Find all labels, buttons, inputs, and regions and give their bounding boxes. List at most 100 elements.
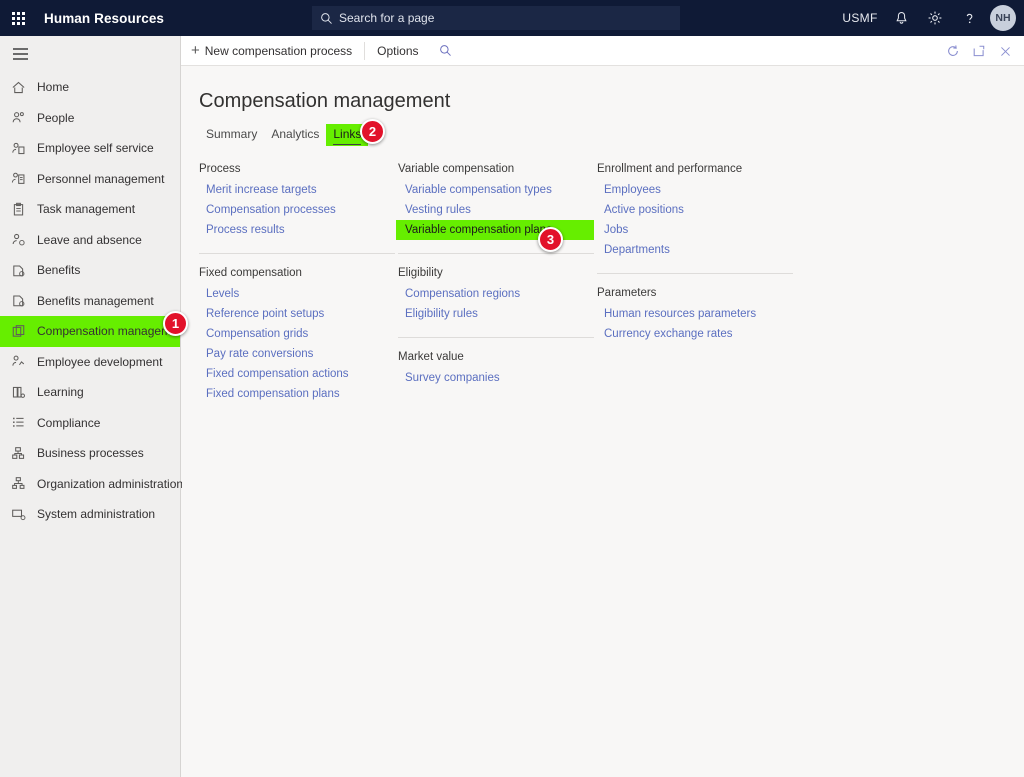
sidebar-item-label: Learning (37, 385, 84, 400)
link-jobs[interactable]: Jobs (597, 220, 793, 240)
link-process-results[interactable]: Process results (199, 220, 395, 240)
sidebar-item-personnel-management[interactable]: Personnel management (0, 164, 180, 195)
sidebar-item-label: Organization administration (37, 476, 184, 491)
sidebar-item-label: Compliance (37, 415, 101, 430)
home-icon (11, 79, 31, 95)
plus-icon: + (191, 42, 200, 59)
sidebar-item-employee-development[interactable]: Employee development (0, 347, 180, 378)
link-eligibility-rules[interactable]: Eligibility rules (398, 304, 594, 324)
search-placeholder: Search for a page (339, 11, 435, 25)
command-toolbar: + New compensation process Options (181, 36, 1024, 66)
window-controls (940, 36, 1018, 66)
clipboard-icon (11, 201, 31, 217)
system-icon (11, 506, 31, 522)
question-mark-icon[interactable] (952, 0, 986, 36)
annotation-badge-2: 2 (360, 119, 385, 144)
link-pay-rate-conversions[interactable]: Pay rate conversions (199, 344, 395, 364)
links-column-3: Enrollment and performance Employees Activ… (597, 161, 793, 344)
group-divider (597, 273, 793, 274)
sidebar-item-compliance[interactable]: Compliance (0, 408, 180, 439)
link-group-heading: Market value (398, 351, 464, 363)
sidebar-item-organization-administration[interactable]: Organization administration (0, 469, 184, 500)
sidebar-item-benefits[interactable]: Benefits (0, 255, 180, 286)
avatar[interactable]: NH (990, 5, 1016, 31)
process-icon (11, 445, 31, 461)
link-levels[interactable]: Levels (199, 284, 395, 304)
annotation-badge-1: 1 (163, 311, 188, 336)
sidebar-item-employee-self-service[interactable]: Employee self service (0, 133, 180, 164)
link-compensation-grids[interactable]: Compensation grids (199, 324, 395, 344)
sidebar-item-learning[interactable]: Learning (0, 377, 180, 408)
toolbar-divider (364, 41, 366, 60)
sidebar-item-label: Employee development (37, 354, 163, 369)
sidebar-item-label: Employee self service (37, 141, 154, 156)
link-departments[interactable]: Departments (597, 240, 793, 260)
link-fixed-compensation-plans[interactable]: Fixed compensation plans (199, 384, 395, 404)
sidebar-item-label: System administration (37, 507, 156, 522)
link-human-resources-parameters[interactable]: Human resources parameters (597, 304, 793, 324)
new-compensation-process-label: New compensation process (204, 43, 353, 58)
bell-icon[interactable] (884, 0, 918, 36)
person-page-icon (11, 140, 31, 156)
sidebar-item-label: Benefits (37, 263, 81, 278)
annotation-badge-3: 3 (538, 227, 563, 252)
link-active-positions[interactable]: Active positions (597, 200, 793, 220)
benefits-icon (11, 262, 31, 278)
links-column-2: Variable compensation Variable compensati… (396, 161, 594, 388)
app-launcher-icon[interactable] (0, 0, 36, 36)
link-fixed-compensation-actions[interactable]: Fixed compensation actions (199, 364, 395, 384)
tab-summary[interactable]: Summary (199, 124, 264, 146)
sidebar-item-label: Personnel management (37, 171, 165, 186)
sidebar-item-home[interactable]: Home (0, 72, 180, 103)
benefits-manage-icon (11, 293, 31, 309)
sidebar-item-label: Leave and absence (37, 232, 142, 247)
group-divider (398, 337, 594, 338)
sidebar-item-system-administration[interactable]: System administration (0, 499, 180, 530)
link-group-heading: Variable compensation (398, 163, 515, 175)
link-reference-point-setups[interactable]: Reference point setups (199, 304, 395, 324)
sidebar-item-task-management[interactable]: Task management (0, 194, 180, 225)
tab-strip: Summary Analytics Links (199, 124, 369, 146)
sidebar-item-people[interactable]: People (0, 103, 180, 134)
company-selector[interactable]: USMF (836, 0, 884, 36)
sidebar-item-label: Benefits management (37, 293, 154, 308)
sidebar-item-label: Task management (37, 202, 136, 217)
list-icon (11, 415, 31, 431)
link-vesting-rules[interactable]: Vesting rules (398, 200, 594, 220)
link-variable-compensation-types[interactable]: Variable compensation types (398, 180, 594, 200)
top-header-bar: Human Resources Search for a page USMF N… (0, 0, 1024, 36)
close-icon[interactable] (992, 36, 1018, 66)
link-employees[interactable]: Employees (597, 180, 793, 200)
person-badge-icon (11, 171, 31, 187)
new-compensation-process-button[interactable]: + New compensation process (181, 36, 362, 66)
options-button[interactable]: Options (367, 36, 428, 66)
link-compensation-regions[interactable]: Compensation regions (398, 284, 594, 304)
sidebar-item-business-processes[interactable]: Business processes (0, 438, 180, 469)
sidebar-item-leave-and-absence[interactable]: Leave and absence (0, 225, 180, 256)
links-column-1: Process Merit increase targets Compensatio… (199, 161, 395, 404)
sidebar-item-compensation-management[interactable]: Compensation management (0, 316, 188, 347)
toolbar-search-icon[interactable] (429, 36, 462, 66)
link-merit-increase-targets[interactable]: Merit increase targets (199, 180, 395, 200)
link-group-heading: Eligibility (398, 267, 443, 279)
link-survey-companies[interactable]: Survey companies (398, 368, 594, 388)
search-input[interactable]: Search for a page (312, 6, 680, 30)
sidebar-item-list: Home People Employee self service Personnel… (0, 72, 188, 530)
link-group-heading: Process (199, 163, 241, 175)
hamburger-icon[interactable] (0, 36, 40, 72)
app-title: Human Resources (44, 10, 165, 26)
link-group-heading: Fixed compensation (199, 267, 302, 279)
org-chart-icon (11, 476, 31, 492)
gear-icon[interactable] (918, 0, 952, 36)
refresh-icon[interactable] (940, 36, 966, 66)
compensation-icon (11, 323, 31, 339)
group-divider (199, 253, 395, 254)
sidebar-item-benefits-management[interactable]: Benefits management (0, 286, 180, 317)
sidebar-item-label: Home (37, 80, 70, 95)
open-in-new-window-icon[interactable] (966, 36, 992, 66)
group-divider (398, 253, 594, 254)
link-variable-compensation-plans[interactable]: Variable compensation plans (396, 220, 594, 240)
link-currency-exchange-rates[interactable]: Currency exchange rates (597, 324, 793, 344)
link-compensation-processes[interactable]: Compensation processes (199, 200, 395, 220)
tab-analytics[interactable]: Analytics (264, 124, 326, 146)
